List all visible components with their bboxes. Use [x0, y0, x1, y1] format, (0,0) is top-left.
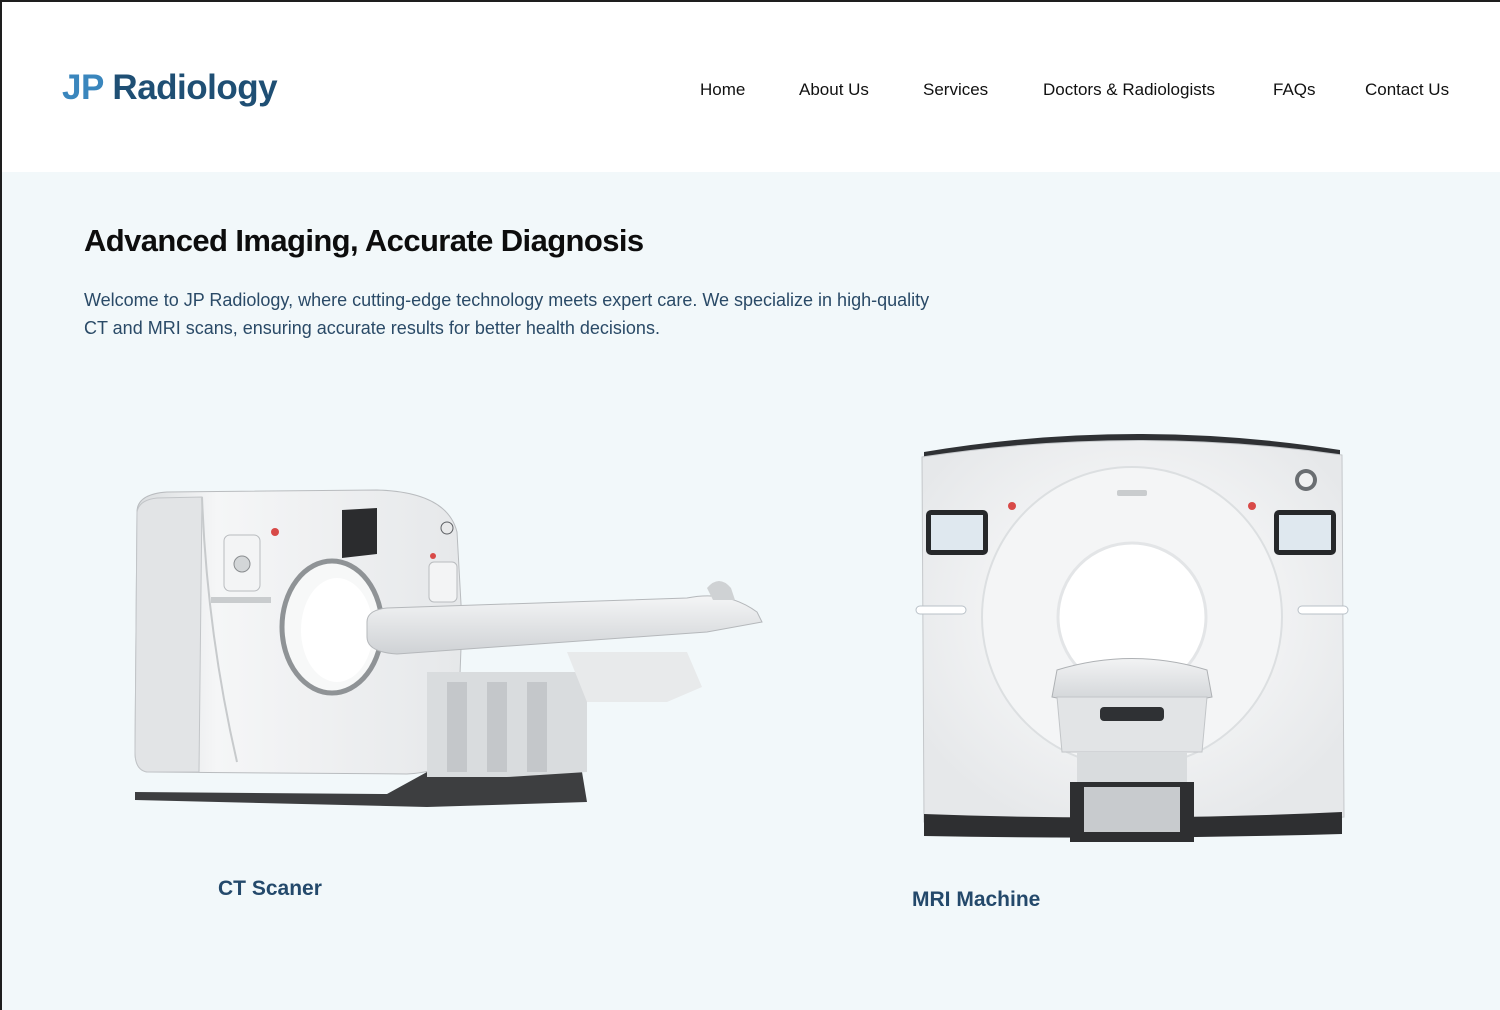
mri-machine-label: MRI Machine [912, 888, 1041, 911]
hero-description: Welcome to JP Radiology, where cutting-e… [84, 290, 930, 338]
nav-item-faqs[interactable]: FAQs [1273, 80, 1316, 100]
ct-scanner-label: CT Scaner [218, 877, 322, 900]
nav-item-services[interactable]: Services [923, 80, 988, 100]
hero-title: Advanced Imaging, Accurate Diagnosis [84, 223, 644, 258]
nav-item-doctors-radiologists[interactable]: Doctors & Radiologists [1043, 80, 1215, 100]
nav-item-home[interactable]: Home [700, 80, 745, 100]
nav-item-about-us[interactable]: About Us [799, 80, 869, 100]
ct-scanner-image [127, 472, 772, 817]
brand-logo[interactable]: JP Radiology [62, 68, 278, 108]
brand-logo-jp: JP [62, 68, 104, 107]
mri-machine-image [912, 422, 1352, 857]
brand-logo-radiology: Radiology [112, 68, 278, 107]
page-frame: JP Radiology Home About Us Services Doct… [0, 0, 1500, 1010]
nav-item-contact-us[interactable]: Contact Us [1365, 80, 1449, 100]
site-header: JP Radiology Home About Us Services Doct… [2, 2, 1500, 172]
hero-section: Advanced Imaging, Accurate Diagnosis Wel… [2, 172, 1500, 1010]
